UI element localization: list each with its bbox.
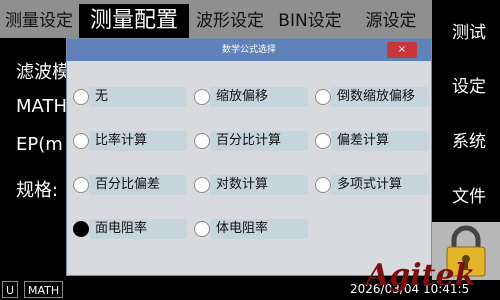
brand-watermark: Agitek: [366, 258, 476, 293]
radio-button[interactable]: [73, 133, 89, 149]
radio-button[interactable]: [315, 177, 331, 193]
ep-label: EP(m: [16, 134, 63, 155]
math-label: MATH: [16, 96, 67, 117]
radio-button[interactable]: [194, 89, 210, 105]
tab-bar: 测量设定 测量配置 波形设定 BIN设定 源设定: [0, 0, 432, 38]
radio-button[interactable]: [194, 133, 210, 149]
option-label: 多项式计算: [331, 175, 429, 195]
math-formula-dialog: 数学公式选择 × 无 缩放偏移 倒数缩放偏移 比率计算 百分比计算 偏差计算 百…: [66, 38, 432, 276]
status-u: U: [2, 281, 19, 298]
option-label: 比率计算: [89, 131, 187, 151]
radio-button[interactable]: [73, 177, 89, 193]
option-label: 缩放偏移: [210, 87, 308, 107]
radio-button[interactable]: [194, 177, 210, 193]
tab-bin-settings[interactable]: BIN设定: [271, 4, 349, 38]
tab-waveform-settings[interactable]: 波形设定: [190, 4, 270, 38]
option-label: 倒数缩放偏移: [331, 87, 429, 107]
option-label: 百分比计算: [210, 131, 308, 151]
dialog-title: 数学公式选择: [67, 39, 431, 61]
option-label: 无: [89, 87, 187, 107]
status-math: MATH: [24, 281, 64, 298]
option-label: 百分比偏差: [89, 175, 187, 195]
radio-button-selected[interactable]: [73, 221, 89, 237]
option-label: 面电阻率: [89, 219, 187, 239]
tab-source-settings[interactable]: 源设定: [350, 4, 432, 38]
spec-label: 规格:: [16, 180, 59, 201]
tab-measure-settings[interactable]: 测量设定: [0, 4, 78, 38]
sidebar-item-settings[interactable]: 设定: [438, 62, 500, 112]
radio-button[interactable]: [194, 221, 210, 237]
option-label: 对数计算: [210, 175, 308, 195]
radio-button[interactable]: [315, 133, 331, 149]
filter-mode-label: 滤波模: [16, 62, 70, 83]
sidebar-item-file[interactable]: 文件: [438, 172, 500, 222]
close-icon[interactable]: ×: [387, 42, 417, 58]
sidebar-item-system[interactable]: 系统: [438, 117, 500, 167]
sidebar-item-test[interactable]: 测试: [438, 8, 500, 58]
option-label: 偏差计算: [331, 131, 429, 151]
option-label: 体电阻率: [210, 219, 308, 239]
radio-button[interactable]: [315, 89, 331, 105]
radio-button[interactable]: [73, 89, 89, 105]
tab-measure-config[interactable]: 测量配置: [79, 4, 189, 38]
